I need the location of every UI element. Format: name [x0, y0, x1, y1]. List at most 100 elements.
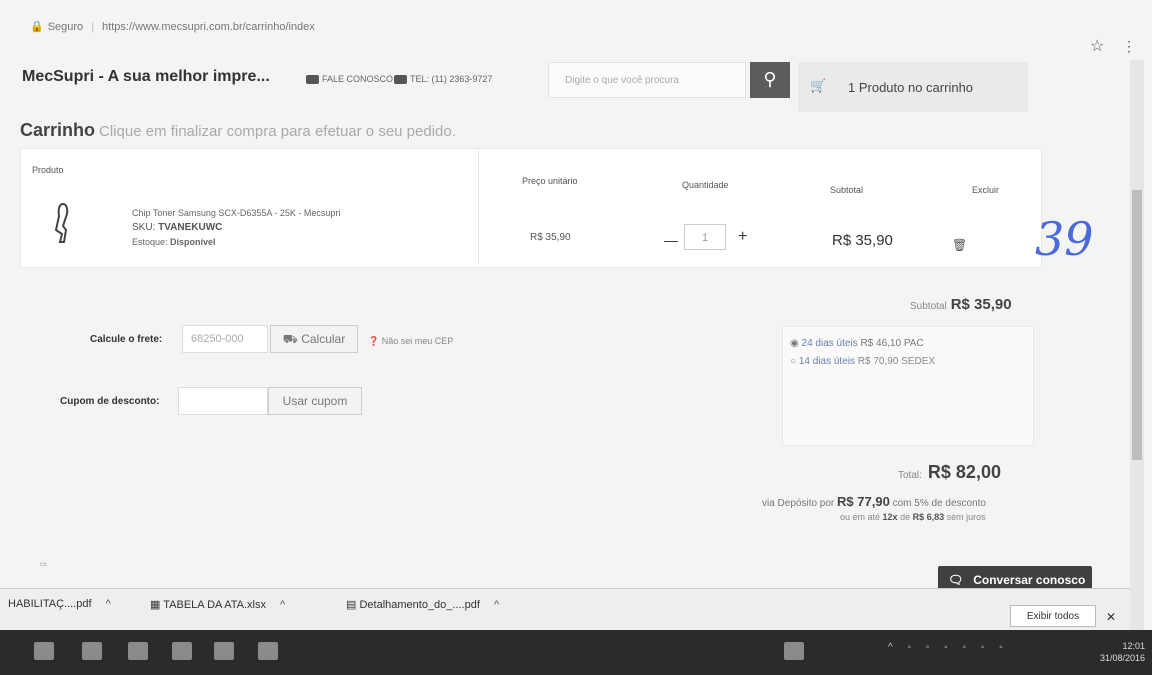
app-icon[interactable]	[258, 642, 278, 660]
lock-icon: 🔒	[30, 21, 44, 33]
shipping-days: 24 dias úteis	[801, 338, 858, 349]
download-item[interactable]: ▤ Detalhamento_do_....pdf ^	[346, 598, 499, 611]
word-icon[interactable]	[214, 642, 234, 660]
subtotal-label: Subtotal	[910, 301, 947, 312]
footer-logo: ▭	[40, 561, 47, 568]
url-separator: |	[91, 21, 95, 33]
app-icon[interactable]	[784, 642, 804, 660]
chrome-icon[interactable]	[128, 642, 148, 660]
chat-label: Conversar conosco	[973, 573, 1086, 587]
pdf-icon: ▤	[346, 599, 360, 611]
download-filename: HABILITAÇ....pdf	[8, 598, 92, 610]
cep-help-label: Não sei meu CEP	[381, 336, 454, 346]
cart-icon: 🛒	[810, 78, 827, 93]
calculate-label: Calcular	[301, 332, 346, 346]
installment-value: R$ 6,83	[912, 512, 945, 522]
handwritten-note: 39	[1035, 212, 1094, 266]
shipping-carrier: PAC	[903, 338, 924, 349]
installment-suffix: sem juros	[946, 512, 986, 522]
unit-price: R$ 35,90	[530, 232, 571, 243]
page-subtitle: Clique em finalizar compra para efetuar …	[99, 123, 456, 140]
cep-input[interactable]: 68250-000	[182, 325, 268, 353]
chevron-up-icon[interactable]: ^	[280, 599, 285, 611]
stock-value: Disponível	[170, 237, 216, 247]
product-sku: SKU: TVANEKUWC	[132, 222, 222, 233]
phone-info: TEL: (11) 2363-9727	[394, 74, 493, 85]
address-bar[interactable]: 🔒 Seguro | https://www.mecsupri.com.br/carr…	[30, 20, 315, 33]
app-icon[interactable]	[172, 642, 192, 660]
header-quantity: Quantidade	[682, 180, 729, 190]
deposit-offer: via Depósito por R$ 77,90 com 5% de desc…	[762, 494, 986, 509]
start-icon[interactable]	[34, 642, 54, 660]
quantity-increase-button[interactable]: +	[738, 228, 747, 246]
stock-label: Estoque:	[132, 237, 168, 247]
deposit-value: R$ 77,90	[837, 494, 890, 509]
cart-subtotal: Subtotal R$ 35,90	[910, 296, 1012, 313]
header-unit-price: Preço unitário	[522, 176, 578, 186]
shipping-price: R$ 46,10	[860, 338, 902, 349]
total-value: R$ 82,00	[927, 462, 1001, 482]
search-input[interactable]: Digite o que você procura	[548, 62, 746, 98]
shipping-option-sedex[interactable]: ○ 14 dias úteis R$ 70,90 SEDEX	[790, 356, 935, 367]
order-total: Total: R$ 82,00	[898, 462, 1001, 483]
header-product: Produto	[32, 165, 64, 175]
chevron-up-icon[interactable]: ^	[106, 598, 111, 610]
scrollbar-thumb[interactable]	[1132, 190, 1142, 460]
download-filename: TABELA DA ATA.xlsx	[163, 599, 266, 611]
system-tray[interactable]: ^ ◦ ◦ ◦ ◦ ◦ ◦	[888, 642, 1009, 653]
shipping-option-pac[interactable]: ◉ 24 dias úteis R$ 46,10 PAC	[790, 338, 924, 349]
download-filename: Detalhamento_do_....pdf	[359, 599, 480, 611]
contact-label: FALE CONOSCO	[322, 74, 394, 84]
page-title-main: Carrinho	[20, 120, 96, 140]
taskbar-clock[interactable]: 12:01 31/08/2016	[1100, 640, 1145, 664]
apply-coupon-button[interactable]: Usar cupom	[268, 387, 362, 415]
table-divider	[478, 150, 479, 264]
sku-label: SKU:	[132, 222, 156, 233]
clock-time: 12:01	[1122, 641, 1146, 651]
total-label: Total:	[898, 470, 922, 481]
shipping-carrier: SEDEX	[901, 356, 936, 367]
download-item[interactable]: HABILITAÇ....pdf ^	[8, 598, 111, 610]
coupon-input[interactable]	[178, 387, 268, 415]
page-title: Carrinho Clique em finalizar compra para …	[20, 120, 456, 141]
search-icon: ⚲	[763, 69, 777, 89]
deposit-prefix: via Depósito por	[762, 498, 835, 509]
header-delete: Excluir	[972, 185, 1000, 195]
spreadsheet-icon: ▦	[150, 599, 164, 611]
shipping-price: R$ 70,90	[857, 356, 899, 367]
file-explorer-icon[interactable]	[82, 642, 102, 660]
bookmark-star-icon[interactable]: ☆	[1090, 36, 1104, 56]
product-thumbnail[interactable]	[50, 200, 76, 246]
phone-icon	[394, 75, 407, 85]
search-button[interactable]: ⚲	[750, 62, 790, 98]
product-name[interactable]: Chip Toner Samsung SCX-D6355A - 25K - Me…	[132, 208, 340, 218]
close-icon[interactable]: ✕	[1106, 610, 1116, 624]
quantity-input[interactable]: 1	[684, 224, 726, 250]
phone-label: TEL: (11) 2363-9727	[410, 74, 493, 84]
coupon-label: Cupom de desconto:	[60, 396, 160, 407]
installment-prefix: ou em até	[840, 512, 881, 522]
contact-link[interactable]: FALE CONOSCO	[306, 74, 394, 85]
subtotal-value: R$ 35,90	[950, 296, 1012, 313]
truck-icon: ⛟	[282, 332, 302, 346]
installment-of: de	[900, 512, 911, 522]
trash-icon[interactable]: 🗑	[952, 238, 967, 252]
chevron-up-icon[interactable]: ^	[494, 599, 499, 611]
clock-date: 31/08/2016	[1100, 653, 1146, 663]
cart-count-label[interactable]: 1 Produto no carrinho	[848, 80, 973, 95]
radio-unselected-icon[interactable]: ○	[790, 356, 799, 367]
product-stock: Estoque: Disponível	[132, 237, 216, 247]
show-all-downloads-button[interactable]: Exibir todos	[1010, 605, 1096, 627]
installment-offer: ou em até 12x de R$ 6,83 sem juros	[840, 512, 986, 522]
deposit-suffix: com 5% de desconto	[892, 498, 986, 509]
cep-help-link[interactable]: ❓ Não sei meu CEP	[368, 336, 453, 347]
browser-menu-icon[interactable]: ⋮	[1122, 38, 1136, 55]
quantity-decrease-button[interactable]: —	[664, 232, 678, 248]
calculate-shipping-button[interactable]: ⛟ Calcular	[270, 325, 358, 353]
radio-selected-icon[interactable]: ◉	[790, 338, 802, 349]
site-title[interactable]: MecSupri - A sua melhor impre...	[22, 68, 270, 86]
shipping-label: Calcule o frete:	[90, 334, 163, 345]
shipping-days: 14 dias úteis	[798, 356, 855, 367]
help-icon: ❓	[368, 336, 382, 346]
download-item[interactable]: ▦ TABELA DA ATA.xlsx ^	[150, 598, 285, 611]
